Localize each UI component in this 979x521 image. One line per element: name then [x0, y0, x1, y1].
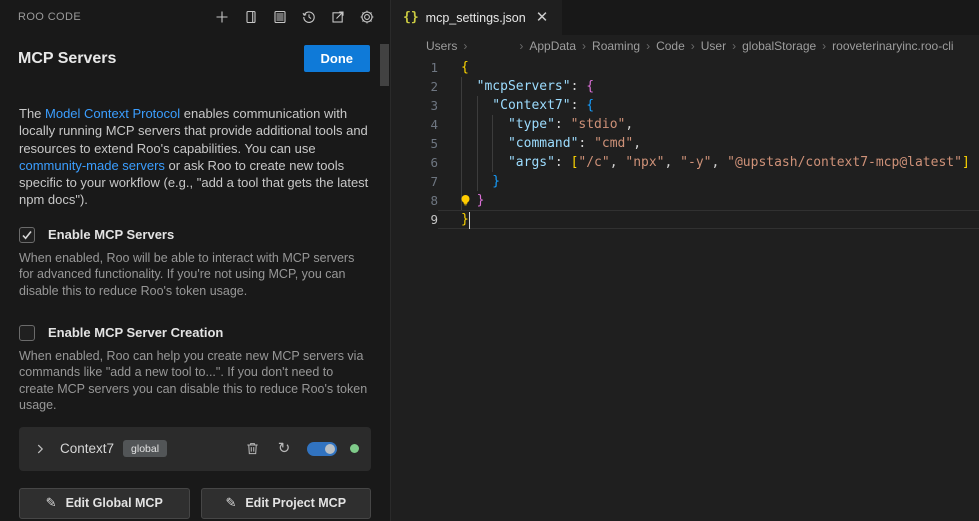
panel-topbar: ROO CODE: [0, 0, 390, 33]
editor-tabbar: {} mcp_settings.json ✕: [392, 0, 979, 35]
history-icon[interactable]: [298, 6, 320, 28]
code-line: 1{: [392, 58, 979, 77]
breadcrumb-item[interactable]: Roaming: [592, 39, 640, 53]
code-line: 9}: [392, 210, 979, 229]
breadcrumb: Users › › AppData › Roaming › Code › User › globalS…: [392, 35, 979, 57]
line-number: 5: [392, 136, 438, 151]
breadcrumb-item[interactable]: User: [701, 39, 726, 53]
enable-mcp-creation-section: Enable MCP Server Creation When enabled,…: [19, 325, 371, 414]
intro-text: The: [19, 106, 45, 121]
server-row-context7[interactable]: Context7 global ↻: [19, 427, 371, 471]
code-text: }: [461, 210, 469, 229]
code-line: 8 }: [392, 191, 979, 210]
code-line: 6 "args": ["/c", "npx", "-y", "@upstash/…: [392, 153, 979, 172]
code-editor[interactable]: 1{2 "mcpServers": {3 "Context7": {4 "typ…: [392, 57, 979, 229]
new-task-icon[interactable]: [211, 6, 233, 28]
panel-body: The Model Context Protocol enables commu…: [0, 105, 390, 519]
delete-server-icon[interactable]: [242, 439, 262, 459]
page-title: MCP Servers: [18, 50, 116, 68]
server-status-dot: [350, 444, 359, 453]
enable-mcp-creation-label: Enable MCP Server Creation: [48, 325, 223, 340]
edit-buttons-row: ✎ Edit Global MCP ✎ Edit Project MCP: [19, 488, 371, 519]
pencil-icon: ✎: [46, 495, 57, 511]
code-text: "args": ["/c", "npx", "-y", "@upstash/co…: [461, 153, 970, 172]
breadcrumb-separator-icon: ›: [646, 39, 650, 53]
code-text: "Context7": {: [461, 96, 594, 115]
breadcrumb-item[interactable]: AppData: [529, 39, 576, 53]
json-file-icon: {}: [403, 10, 419, 25]
breadcrumb-item[interactable]: rooveterinaryinc.roo-cli: [832, 39, 953, 53]
breadcrumb-separator-icon: ›: [732, 39, 736, 53]
enable-mcp-servers-description: When enabled, Roo will be able to intera…: [19, 250, 371, 300]
settings-gear-icon[interactable]: [356, 6, 378, 28]
vscode-window: ROO CODE: [0, 0, 979, 521]
enable-mcp-servers-section: Enable MCP Servers When enabled, Roo wil…: [19, 227, 371, 300]
line-number: 8: [392, 193, 438, 208]
tab-mcp-settings-json[interactable]: {} mcp_settings.json ✕: [392, 0, 562, 35]
breadcrumb-item[interactable]: Code: [656, 39, 685, 53]
mcp-servers-icon[interactable]: [269, 6, 291, 28]
panel-scrollbar-thumb[interactable]: [380, 44, 389, 86]
server-enabled-toggle[interactable]: [307, 442, 337, 456]
inline-link[interactable]: community-made servers: [19, 158, 165, 173]
breadcrumb-separator-icon: ›: [519, 39, 523, 53]
line-number: 4: [392, 117, 438, 132]
chevron-right-icon[interactable]: [33, 442, 47, 456]
code-text: "type": "stdio",: [461, 115, 633, 134]
breadcrumb-item[interactable]: Users: [426, 39, 457, 53]
panel-toolbar: [211, 6, 378, 28]
text-cursor: [469, 212, 471, 229]
pencil-icon: ✎: [225, 495, 236, 511]
code-text: "command": "cmd",: [461, 134, 641, 153]
line-number: 9: [392, 212, 438, 227]
breadcrumb-separator-icon: ›: [691, 39, 695, 53]
line-number: 2: [392, 79, 438, 94]
panel-title-row: MCP Servers Done: [0, 33, 390, 72]
enable-mcp-creation-checkbox[interactable]: [19, 325, 35, 341]
restart-server-icon[interactable]: ↻: [274, 439, 294, 459]
intro-paragraph: The Model Context Protocol enables commu…: [19, 105, 373, 209]
extension-brand: ROO CODE: [18, 11, 81, 23]
code-line: 5 "command": "cmd",: [392, 134, 979, 153]
done-button[interactable]: Done: [304, 45, 371, 72]
line-number: 1: [392, 60, 438, 75]
prompts-icon[interactable]: [240, 6, 262, 28]
breadcrumb-separator-icon: ›: [822, 39, 826, 53]
breadcrumb-separator-icon: ›: [582, 39, 586, 53]
server-name: Context7: [60, 441, 114, 456]
code-line: 2 "mcpServers": {: [392, 77, 979, 96]
code-line: 3 "Context7": {: [392, 96, 979, 115]
breadcrumb-item[interactable]: globalStorage: [742, 39, 816, 53]
breadcrumb-separator-icon: ›: [463, 39, 467, 53]
code-text: {: [461, 58, 469, 77]
enable-mcp-servers-label: Enable MCP Servers: [48, 227, 174, 242]
code-line: 7 }: [392, 172, 979, 191]
enable-mcp-servers-checkbox[interactable]: [19, 227, 35, 243]
line-number: 7: [392, 174, 438, 189]
lightbulb-icon[interactable]: [458, 193, 473, 208]
enable-mcp-creation-row[interactable]: Enable MCP Server Creation: [19, 325, 371, 341]
open-in-editor-icon[interactable]: [327, 6, 349, 28]
enable-mcp-creation-description: When enabled, Roo can help you create ne…: [19, 348, 371, 414]
edit-global-mcp-button[interactable]: ✎ Edit Global MCP: [19, 488, 190, 519]
inline-link[interactable]: Model Context Protocol: [45, 106, 180, 121]
roo-code-panel: ROO CODE: [0, 0, 391, 521]
line-number: 3: [392, 98, 438, 113]
editor-area: {} mcp_settings.json ✕ Users › › AppData › Ro…: [392, 0, 979, 521]
line-number: 6: [392, 155, 438, 170]
enable-mcp-servers-row[interactable]: Enable MCP Servers: [19, 227, 371, 243]
code-text: "mcpServers": {: [461, 77, 594, 96]
edit-project-mcp-button[interactable]: ✎ Edit Project MCP: [201, 488, 372, 519]
code-text: }: [461, 172, 500, 191]
server-scope-badge: global: [123, 440, 167, 457]
tab-filename: mcp_settings.json: [426, 11, 526, 25]
tab-close-icon[interactable]: ✕: [533, 9, 552, 26]
code-line: 4 "type": "stdio",: [392, 115, 979, 134]
